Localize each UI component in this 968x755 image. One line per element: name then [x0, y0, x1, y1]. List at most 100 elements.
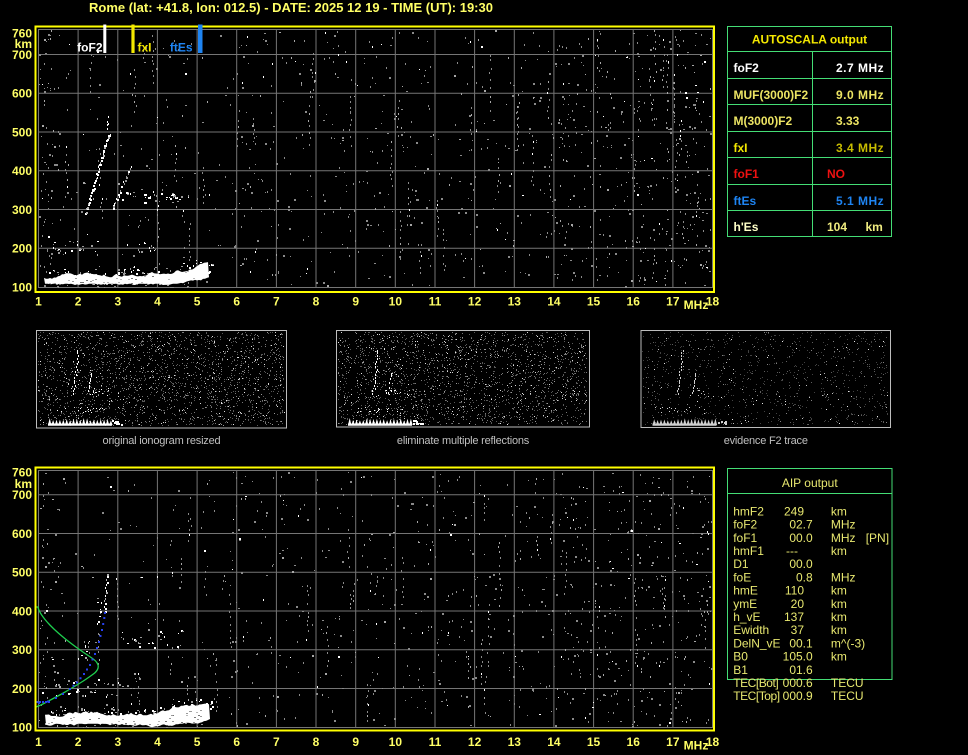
- svg-text:1: 1: [35, 735, 42, 749]
- svg-text:1: 1: [35, 294, 42, 308]
- svg-text:8: 8: [313, 735, 320, 749]
- svg-text:200: 200: [12, 682, 32, 696]
- svg-text:9: 9: [352, 294, 359, 308]
- svg-text:500: 500: [12, 125, 32, 139]
- svg-text:8: 8: [313, 294, 320, 308]
- svg-text:Ewidth: Ewidth: [733, 623, 769, 637]
- svg-text:MHz: MHz: [684, 739, 709, 753]
- svg-text:m^(-3): m^(-3): [831, 636, 865, 650]
- svg-text:NO: NO: [827, 167, 845, 181]
- svg-text:MHz: MHz: [831, 518, 856, 532]
- svg-text:16: 16: [627, 294, 641, 308]
- svg-text:249: 249: [784, 504, 804, 518]
- svg-text:foF2: foF2: [734, 61, 760, 75]
- svg-text:foF1: foF1: [733, 531, 757, 545]
- svg-text:AIP output: AIP output: [782, 476, 838, 490]
- svg-text:MHz: MHz: [831, 531, 856, 545]
- svg-text:15: 15: [587, 735, 601, 749]
- svg-text:15: 15: [587, 294, 601, 308]
- svg-text:13: 13: [508, 294, 522, 308]
- svg-text:17: 17: [666, 735, 680, 749]
- svg-text:7: 7: [273, 735, 280, 749]
- svg-text:[PN]: [PN]: [866, 531, 889, 545]
- svg-text:foE: foE: [733, 570, 751, 584]
- svg-text:evidence F2 trace: evidence F2 trace: [724, 435, 808, 447]
- svg-text:km: km: [831, 610, 847, 624]
- svg-text:B1: B1: [733, 663, 748, 677]
- svg-text:11: 11: [429, 294, 442, 308]
- svg-text:13: 13: [508, 735, 522, 749]
- svg-text:hmF1: hmF1: [733, 544, 764, 558]
- svg-text:5: 5: [194, 735, 201, 749]
- svg-text:foF2: foF2: [77, 41, 103, 55]
- svg-text:TEC[Top]: TEC[Top]: [733, 689, 780, 703]
- svg-text:M(3000)F2: M(3000)F2: [734, 114, 793, 128]
- svg-text:17: 17: [666, 294, 680, 308]
- svg-text:ftEs: ftEs: [734, 194, 757, 208]
- svg-text:DelN_vE: DelN_vE: [733, 636, 780, 650]
- svg-text:km: km: [831, 504, 847, 518]
- svg-text:20: 20: [791, 597, 805, 611]
- svg-text:01.6: 01.6: [789, 663, 813, 677]
- svg-text:foF1: foF1: [734, 167, 760, 181]
- svg-text:000.6: 000.6: [783, 676, 813, 690]
- svg-text:eliminate multiple reflections: eliminate multiple reflections: [397, 435, 530, 447]
- svg-text:MUF(3000)F2: MUF(3000)F2: [734, 88, 809, 102]
- svg-text:TEC[Bot]: TEC[Bot]: [733, 676, 778, 690]
- svg-text:700: 700: [12, 488, 32, 502]
- svg-text:km: km: [866, 220, 883, 234]
- svg-text:7: 7: [273, 294, 280, 308]
- svg-text:TECU: TECU: [831, 689, 864, 703]
- svg-text:foF2: foF2: [733, 518, 757, 532]
- svg-text:700: 700: [12, 48, 32, 62]
- svg-text:original ionogram resized: original ionogram resized: [103, 435, 221, 447]
- svg-text:B0: B0: [733, 650, 748, 664]
- svg-text:9: 9: [352, 735, 359, 749]
- svg-text:02.7: 02.7: [789, 518, 813, 532]
- svg-text:km: km: [831, 623, 847, 637]
- svg-text:12: 12: [468, 294, 482, 308]
- svg-text:10: 10: [389, 735, 403, 749]
- svg-text:0.8: 0.8: [796, 570, 813, 584]
- svg-text:000.9: 000.9: [783, 689, 813, 703]
- svg-text:D1: D1: [733, 557, 749, 571]
- svg-text:4: 4: [154, 294, 161, 308]
- svg-text:12: 12: [468, 735, 482, 749]
- svg-text:hmE: hmE: [733, 584, 758, 598]
- svg-text:MHz: MHz: [831, 570, 856, 584]
- svg-text:300: 300: [12, 643, 32, 657]
- svg-text:4: 4: [154, 735, 161, 749]
- svg-text:3: 3: [114, 294, 121, 308]
- svg-text:00.0: 00.0: [789, 557, 813, 571]
- svg-text:hmF2: hmF2: [733, 504, 764, 518]
- svg-text:104: 104: [827, 220, 847, 234]
- svg-text:km: km: [831, 597, 847, 611]
- svg-text:3.4 MHz: 3.4 MHz: [836, 141, 884, 155]
- svg-text:37: 37: [791, 623, 805, 637]
- svg-text:TECU: TECU: [831, 676, 864, 690]
- svg-text:fxI: fxI: [138, 41, 152, 55]
- svg-text:5: 5: [194, 294, 201, 308]
- svg-text:00.1: 00.1: [789, 636, 813, 650]
- svg-text:Rome (lat: +41.8, lon: 012.5): Rome (lat: +41.8, lon: 012.5) - DATE: 20…: [89, 0, 493, 15]
- svg-text:ftEs: ftEs: [170, 41, 193, 55]
- svg-text:km: km: [831, 650, 847, 664]
- svg-text:6: 6: [233, 735, 240, 749]
- svg-text:500: 500: [12, 566, 32, 580]
- svg-text:h_vE: h_vE: [733, 610, 760, 624]
- svg-text:600: 600: [12, 527, 32, 541]
- svg-text:16: 16: [627, 735, 641, 749]
- svg-text:2: 2: [75, 735, 82, 749]
- svg-text:300: 300: [12, 203, 32, 217]
- svg-text:---: ---: [786, 544, 798, 558]
- svg-text:2.7 MHz: 2.7 MHz: [836, 61, 884, 75]
- svg-text:14: 14: [547, 735, 561, 749]
- svg-text:600: 600: [12, 87, 32, 101]
- svg-text:AUTOSCALA output: AUTOSCALA output: [752, 33, 867, 47]
- svg-text:9.0 MHz: 9.0 MHz: [836, 88, 884, 102]
- svg-text:km: km: [831, 584, 847, 598]
- svg-text:MHz: MHz: [684, 298, 709, 312]
- svg-text:h'Es: h'Es: [734, 220, 759, 234]
- svg-text:100: 100: [12, 720, 32, 734]
- svg-text:14: 14: [547, 294, 561, 308]
